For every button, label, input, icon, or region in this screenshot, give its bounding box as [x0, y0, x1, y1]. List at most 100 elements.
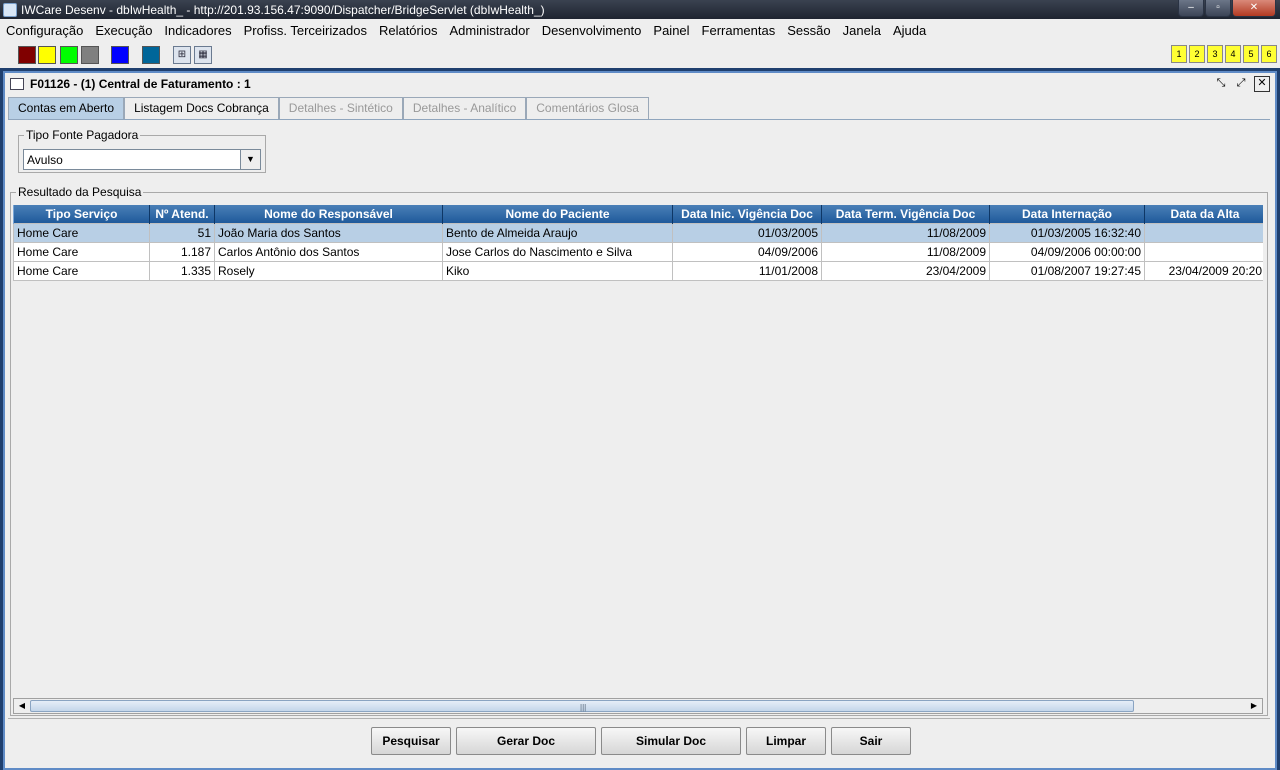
workspace-1-button[interactable]: 1 — [1171, 45, 1187, 63]
table-cell[interactable]: Rosely — [214, 260, 443, 281]
tab-contas-em-aberto[interactable]: Contas em Aberto — [8, 97, 125, 119]
table-cell[interactable]: Home Care — [13, 241, 150, 262]
toolbar: ⊞ ▦ — [0, 42, 1280, 68]
column-header[interactable]: Nome do Responsável — [214, 205, 443, 223]
header-row: Tipo Serviço Nº Atend. Nome do Responsáv… — [13, 205, 1263, 223]
pesquisar-button[interactable]: Pesquisar — [371, 727, 451, 755]
table-cell[interactable]: 01/03/2005 16:32:40 — [989, 222, 1145, 243]
column-header[interactable]: Data Term. Vigência Doc — [821, 205, 990, 223]
table-cell[interactable]: 23/04/2009 — [821, 260, 990, 281]
table-cell[interactable]: João Maria dos Santos — [214, 222, 443, 243]
tab-strip: Contas em Aberto Listagem Docs Cobrança … — [8, 97, 649, 119]
table-cell[interactable]: 1.187 — [149, 241, 215, 262]
tab-detalhes-analitico[interactable]: Detalhes - Analítico — [402, 97, 527, 119]
menu-profiss-terceirizados[interactable]: Profiss. Terceirizados — [238, 23, 373, 38]
table-cell[interactable]: 23/04/2009 20:20 — [1144, 260, 1263, 281]
menu-sessao[interactable]: Sessão — [781, 23, 836, 38]
table-cell[interactable]: Carlos Antônio dos Santos — [214, 241, 443, 262]
workspace-5-button[interactable]: 5 — [1243, 45, 1259, 63]
table-cell[interactable]: 04/09/2006 — [672, 241, 822, 262]
workspace-4-button[interactable]: 4 — [1225, 45, 1241, 63]
column-header[interactable]: Nº Atend. — [149, 205, 215, 223]
results-label: Resultado da Pesquisa — [16, 185, 144, 199]
results-table-container: Tipo Serviço Nº Atend. Nome do Responsáv… — [13, 205, 1263, 697]
table-cell[interactable]: Home Care — [13, 260, 150, 281]
table-cell[interactable] — [1144, 222, 1263, 243]
column-header[interactable]: Data Inic. Vigência Doc — [672, 205, 822, 223]
table-row[interactable]: Home Care 51 João Maria dos Santos Bento… — [13, 222, 1263, 243]
chevron-down-icon[interactable]: ▼ — [240, 150, 260, 169]
gerar-doc-button[interactable]: Gerar Doc — [456, 727, 596, 755]
frame-title-bar[interactable]: F01126 - (1) Central de Faturamento : 1 … — [5, 73, 1275, 95]
table-cell[interactable]: 51 — [149, 222, 215, 243]
grid-icon[interactable]: ▦ — [194, 46, 212, 64]
internal-frame: F01126 - (1) Central de Faturamento : 1 … — [3, 71, 1277, 770]
menu-configuracao[interactable]: Configuração — [0, 23, 89, 38]
menu-desenvolvimento[interactable]: Desenvolvimento — [536, 23, 648, 38]
menu-relatorios[interactable]: Relatórios — [373, 23, 444, 38]
menu-execucao[interactable]: Execução — [89, 23, 158, 38]
menu-ajuda[interactable]: Ajuda — [887, 23, 932, 38]
table-cell[interactable]: 04/09/2006 00:00:00 — [989, 241, 1145, 262]
maximize-frame-icon[interactable]: ⤢ — [1233, 76, 1249, 92]
horizontal-scrollbar[interactable]: ◀ ||| ▶ — [13, 698, 1263, 714]
window-title-bar[interactable]: IWCare Desenv - dbIwHealth_ - http://201… — [0, 0, 1280, 19]
menu-janela[interactable]: Janela — [837, 23, 887, 38]
maximize-icon[interactable]: ▫ — [1205, 0, 1231, 17]
menu-ferramentas[interactable]: Ferramentas — [696, 23, 782, 38]
color-swatch-gray[interactable] — [81, 46, 99, 64]
table-cell[interactable] — [1144, 241, 1263, 262]
tab-detalhes-sintetico[interactable]: Detalhes - Sintético — [278, 97, 403, 119]
workspace-2-button[interactable]: 2 — [1189, 45, 1205, 63]
minimize-icon[interactable]: ‒ — [1178, 0, 1204, 17]
color-swatch-yellow[interactable] — [38, 46, 56, 64]
frame-title: F01126 - (1) Central de Faturamento : 1 — [30, 77, 251, 91]
tipo-fonte-pagadora-select[interactable]: Avulso ▼ — [23, 149, 261, 170]
table-cell[interactable]: Bento de Almeida Araujo — [442, 222, 673, 243]
table-cell[interactable]: Home Care — [13, 222, 150, 243]
filter-label: Tipo Fonte Pagadora — [24, 128, 141, 142]
table-row[interactable]: Home Care 1.335 Rosely Kiko 11/01/2008 2… — [13, 260, 1263, 281]
table-cell[interactable]: 01/03/2005 — [672, 222, 822, 243]
window-controls: ‒ ▫ ✕ — [1178, 0, 1276, 17]
color-swatch-blue[interactable] — [111, 46, 129, 64]
tab-comentarios-glosa[interactable]: Comentários Glosa — [526, 97, 649, 119]
column-header[interactable]: Data Internação — [989, 205, 1145, 223]
limpar-button[interactable]: Limpar — [746, 727, 826, 755]
workspace-3-button[interactable]: 3 — [1207, 45, 1223, 63]
menu-indicadores[interactable]: Indicadores — [158, 23, 237, 38]
color-swatch-dark-red[interactable] — [18, 46, 36, 64]
tab-listagem-docs-cobranca[interactable]: Listagem Docs Cobrança — [124, 97, 279, 119]
window-title: IWCare Desenv - dbIwHealth_ - http://201… — [21, 2, 545, 17]
column-header[interactable]: Nome do Paciente — [442, 205, 673, 223]
iconify-icon[interactable]: ⤡ — [1213, 76, 1229, 92]
workspace-6-button[interactable]: 6 — [1261, 45, 1277, 63]
menu-painel[interactable]: Painel — [647, 23, 695, 38]
color-swatch-green[interactable] — [60, 46, 78, 64]
close-icon[interactable]: ✕ — [1232, 0, 1276, 17]
column-header[interactable]: Data da Alta — [1144, 205, 1263, 223]
table-cell[interactable]: 01/08/2007 19:27:45 — [989, 260, 1145, 281]
scroll-left-icon[interactable]: ◀ — [14, 699, 30, 713]
menu-administrador[interactable]: Administrador — [443, 23, 535, 38]
results-table: Tipo Serviço Nº Atend. Nome do Responsáv… — [13, 205, 1263, 281]
button-bar: Pesquisar Gerar Doc Simular Doc Limpar S… — [8, 718, 1270, 762]
table-cell[interactable]: Jose Carlos do Nascimento e Silva — [442, 241, 673, 262]
table-cell[interactable]: 1.335 — [149, 260, 215, 281]
table-cell[interactable]: 11/08/2009 — [821, 241, 990, 262]
column-header[interactable]: Tipo Serviço — [13, 205, 150, 223]
tree-icon[interactable]: ⊞ — [173, 46, 191, 64]
table-cell[interactable]: Kiko — [442, 260, 673, 281]
grip-icon: ||| — [580, 703, 587, 712]
table-cell[interactable]: 11/08/2009 — [821, 222, 990, 243]
table-row[interactable]: Home Care 1.187 Carlos Antônio dos Santo… — [13, 241, 1263, 262]
simular-doc-button[interactable]: Simular Doc — [601, 727, 741, 755]
close-frame-icon[interactable]: ✕ — [1254, 76, 1270, 92]
scrollbar-thumb[interactable]: ||| — [30, 700, 1134, 712]
frame-icon — [10, 78, 24, 90]
select-value: Avulso — [27, 153, 63, 167]
scroll-right-icon[interactable]: ▶ — [1246, 699, 1262, 713]
table-cell[interactable]: 11/01/2008 — [672, 260, 822, 281]
sair-button[interactable]: Sair — [831, 727, 911, 755]
color-swatch-teal[interactable] — [142, 46, 160, 64]
